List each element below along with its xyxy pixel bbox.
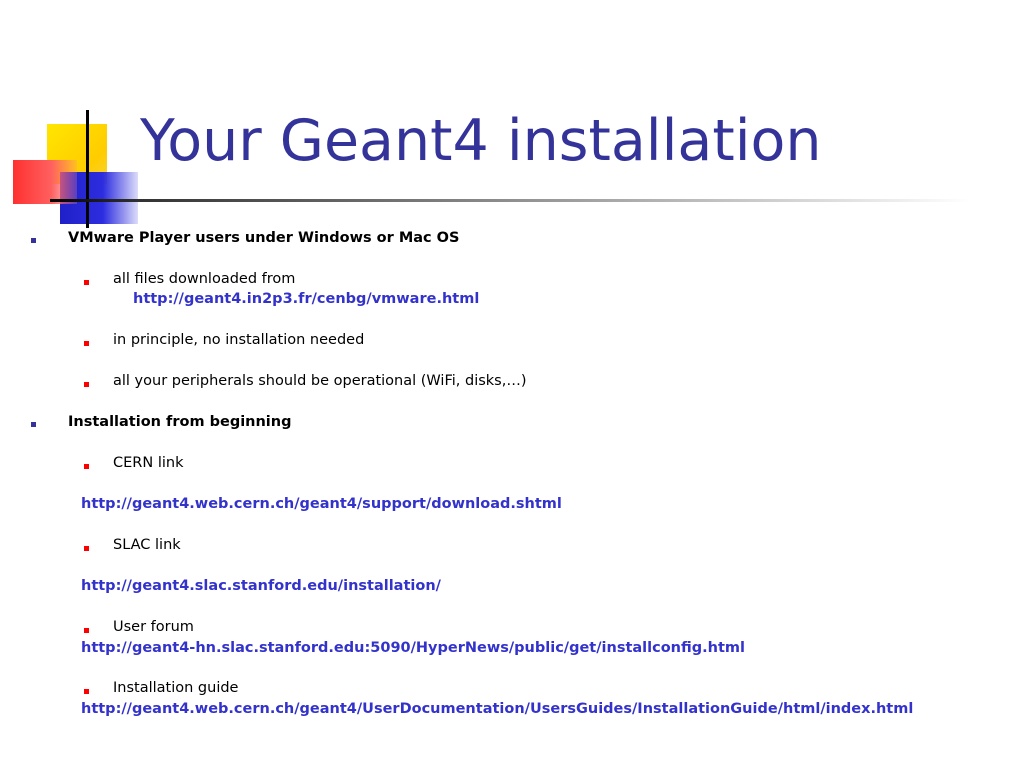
link-user-forum[interactable]: http://geant4-hn.slac.stanford.edu:5090/… [81,639,745,657]
slide: Your Geant4 installation VMware Player u… [0,0,1024,768]
level1-bullet [31,422,36,427]
level2-bullet [84,382,89,387]
list-item-text: SLAC link [113,537,181,553]
link-installation-guide[interactable]: http://geant4.web.cern.ch/geant4/UserDoc… [81,700,913,718]
list-item-text: User forum [113,619,194,635]
list-item-text: Installation guide [113,680,239,696]
level2-bullet [84,546,89,551]
list-item-text: all files downloaded from [113,271,296,287]
slide-body: VMware Player users under Windows or Mac… [0,0,1024,768]
list-item-text: all your peripherals should be operation… [113,373,527,389]
level1-bullet [31,238,36,243]
list-item-text: CERN link [113,455,184,471]
link-vmware-download[interactable]: http://geant4.in2p3.fr/cenbg/vmware.html [133,290,479,308]
link-cern-download[interactable]: http://geant4.web.cern.ch/geant4/support… [81,495,562,513]
list-item-text: in principle, no installation needed [113,332,365,348]
level2-bullet [84,341,89,346]
level2-bullet [84,628,89,633]
link-slac-installation[interactable]: http://geant4.slac.stanford.edu/installa… [81,577,441,595]
level2-bullet [84,280,89,285]
level2-bullet [84,689,89,694]
section-heading-vmware: VMware Player users under Windows or Mac… [68,230,460,246]
section-heading-installation: Installation from beginning [68,414,292,430]
level2-bullet [84,464,89,469]
